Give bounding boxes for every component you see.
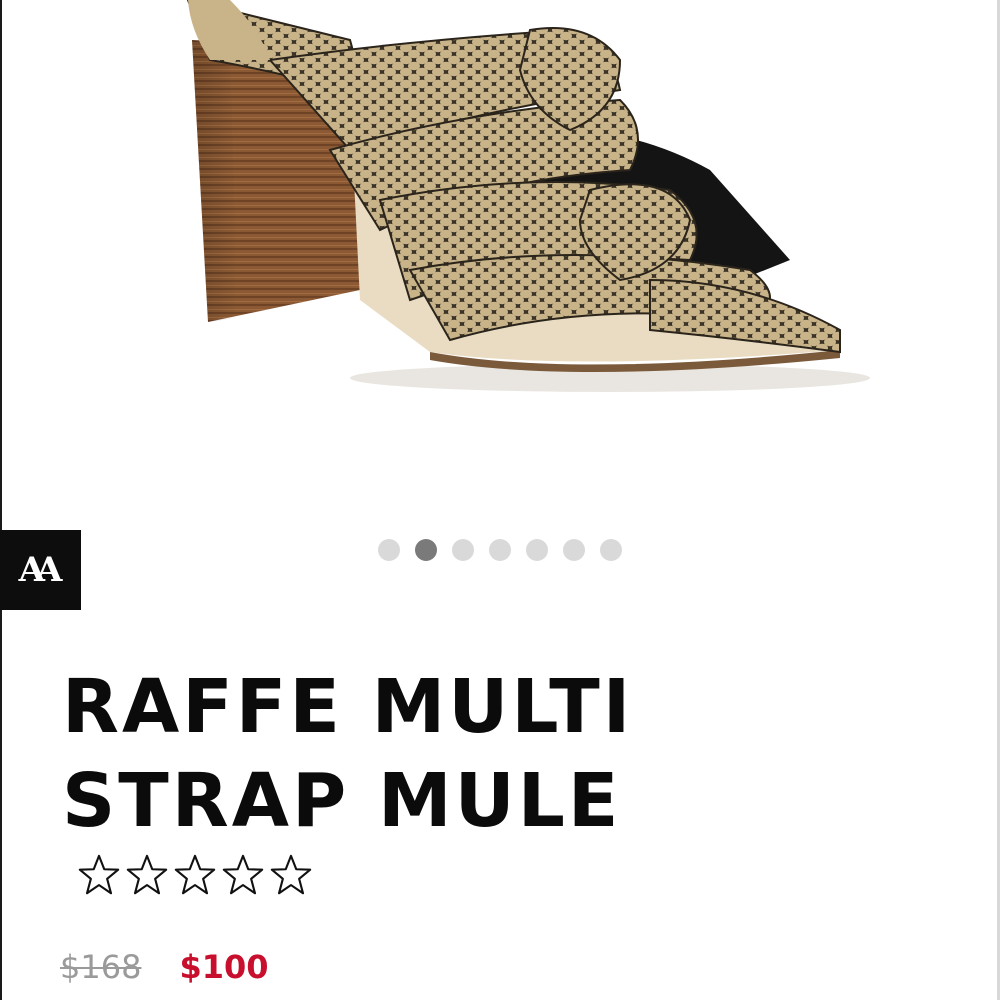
- star-outline-icon: [220, 852, 266, 898]
- price-block: $168 $100: [60, 948, 269, 986]
- product-image[interactable]: [150, 0, 870, 420]
- carousel-dot[interactable]: [452, 539, 474, 561]
- left-edge-divider: [0, 0, 2, 1000]
- carousel-dot-active[interactable]: [415, 539, 437, 561]
- original-price: $168: [60, 948, 142, 986]
- star-outline-icon: [124, 852, 170, 898]
- carousel-dot[interactable]: [600, 539, 622, 561]
- brand-logo-badge[interactable]: AA: [0, 530, 81, 610]
- carousel-dot[interactable]: [489, 539, 511, 561]
- product-page: AA RAFFE MULTI STRAP MULE $168 $100: [0, 0, 1000, 1000]
- brand-logo-text: AA: [18, 550, 63, 590]
- star-outline-icon: [172, 852, 218, 898]
- carousel-dot[interactable]: [526, 539, 548, 561]
- star-outline-icon: [76, 852, 122, 898]
- carousel-dot[interactable]: [563, 539, 585, 561]
- sale-price: $100: [179, 948, 269, 986]
- rating-stars[interactable]: [76, 852, 314, 898]
- star-outline-icon: [268, 852, 314, 898]
- product-title: RAFFE MULTI STRAP MULE: [62, 664, 634, 844]
- image-carousel-dots: [378, 539, 622, 561]
- carousel-dot[interactable]: [378, 539, 400, 561]
